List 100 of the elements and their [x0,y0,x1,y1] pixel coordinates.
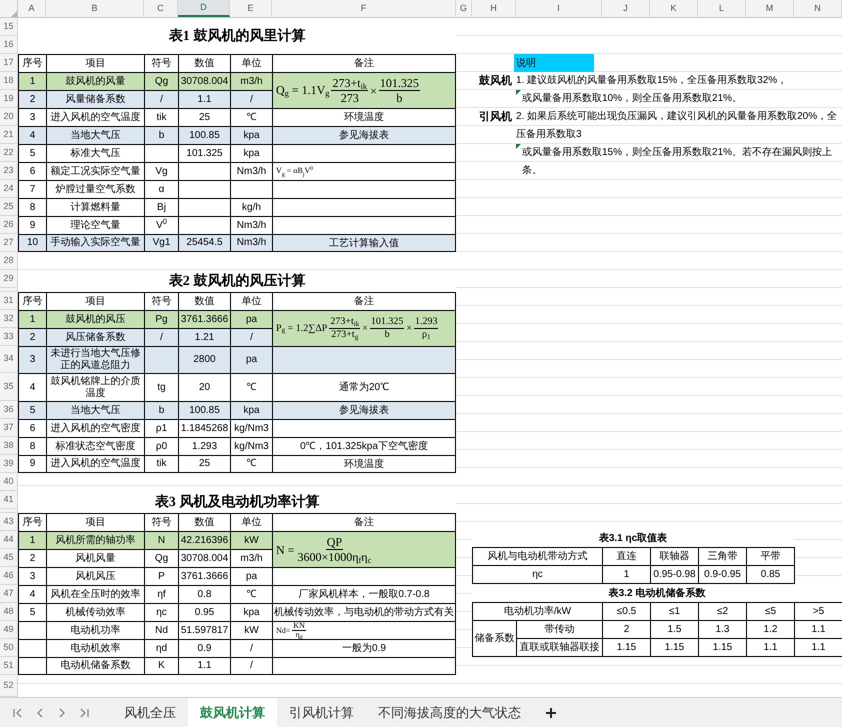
table-cell [144,346,178,373]
table-cell [144,144,178,162]
table-cell: ℃ [230,455,272,473]
column-heading: 单位 [230,292,272,310]
column-header[interactable]: M [746,0,794,17]
sheet-tab[interactable]: 引风机计算 [277,698,366,727]
table-cell: tik [144,455,178,473]
column-heading: 单位 [230,54,272,72]
row-number: 38 [3,438,14,452]
table-cell: 6 [18,162,46,180]
table-cell: 鼓风机铭牌上的介质温度 [46,373,144,401]
table-cell [230,180,272,198]
table-cell: 机械传动效率，与电动机的带动方式有关 [272,603,456,621]
row-number: 46 [3,568,14,582]
table-cell: 风压储备系数 [46,328,144,346]
column-header[interactable]: K [650,0,698,17]
table-cell: kW [230,531,272,549]
table-cell [178,180,230,198]
table-cell: 1.1 [178,657,230,675]
table-cell: Bj [144,198,178,216]
table-cell: 手动输入实际空气量 [46,234,144,252]
table-cell: 0.8 [178,585,230,603]
column-header[interactable]: F [272,0,456,17]
column-heading: 数值 [178,54,230,72]
row-number: 31 [3,294,14,307]
table-cell: 25 [178,455,230,473]
table-cell: Nm3/h [230,216,272,234]
table-cell: Nm3/h [230,234,272,252]
row-number: 21 [3,128,14,141]
column-heading: 单位 [230,513,272,531]
column-header[interactable]: E [230,0,272,17]
table-cell: 6 [18,419,46,437]
table-cell: kpa [230,126,272,144]
row-number: 35 [3,380,14,393]
first-page-icon[interactable] [12,706,24,718]
table-cell: 进入风机的空气温度 [46,455,144,473]
table-cell: N [144,531,178,549]
table-cell: 1.15 [650,638,698,656]
table-cell: 25 [178,108,230,126]
table-cell: kW [230,621,272,639]
row-number: 29 [3,272,14,285]
table-cell: 8 [18,437,46,455]
row-number: 40 [3,474,14,488]
table-cell: K [144,657,178,675]
table-cell: Pg [144,310,178,328]
column-heading: 项目 [46,54,144,72]
row-number: 44 [3,532,14,546]
column-header[interactable]: A [18,0,46,17]
table-cell: 1 [18,531,46,549]
sheet-tab[interactable]: 风机全压 [112,698,188,727]
table-cell: 3761.3666 [178,567,230,585]
table-cell: 30708.004 [178,72,230,90]
last-page-icon[interactable] [78,706,90,718]
plus-icon[interactable] [545,706,557,718]
table-cell: kg/Nm3 [230,419,272,437]
column-header[interactable]: G [456,0,472,17]
table-cell: 平带 [746,548,794,566]
table-cell: 厂家风机样本，一般取0.7-0.8 [272,585,456,603]
note-text: 1. 建议鼓风机的风量备用系数取15%，全压备用系数取32%， [516,74,788,88]
table-cell: 储备系数 [472,620,516,656]
column-header[interactable]: B [46,0,144,17]
column-header[interactable]: H [472,0,516,17]
row-number: 26 [3,218,14,231]
table-cell: 直联或联轴器联接 [516,638,602,656]
column-heading: 符号 [144,292,178,310]
notes-heading: 说明 [514,54,594,72]
table-cell: 风机风压 [46,567,144,585]
table-cell: 1 [18,72,46,90]
table-cell: 2800 [178,346,230,373]
table-cell: Vg1 [144,234,178,252]
table-cell: / [230,657,272,675]
table-cell: 4 [18,585,46,603]
table-cell: 2 [18,328,46,346]
column-header[interactable]: D [178,0,230,17]
column-header[interactable]: L [698,0,746,17]
row-number: 34 [3,352,14,366]
table-cell: 1.1 [746,638,794,656]
table-cell: 三角带 [698,548,746,566]
table-cell: / [230,328,272,346]
table-cell: 30708.004 [178,549,230,567]
formula: V$_{g}$ = αB$_{j}$V$^{0}$ [272,162,456,180]
table-cell: 2 [602,620,650,638]
column-header[interactable]: N [794,0,842,17]
column-header[interactable]: J [602,0,650,17]
table-cell: 0℃，101.325kpa下空气密度 [272,437,456,455]
table-cell: 1.2 [746,620,794,638]
table-cell: ℃ [230,373,272,401]
table-cell: 参见海拔表 [272,401,456,419]
table-cell: 炉膛过量空气系数 [46,180,144,198]
column-header[interactable]: I [516,0,602,17]
table-cell: 1.5 [650,620,698,638]
sheet-tab[interactable]: 鼓风机计算 [188,698,277,727]
table-cell: 101.325 [178,144,230,162]
row-number: 19 [3,92,14,105]
table-cell: ηf [144,585,178,603]
table-cell: 电动机储备系数 [46,657,144,675]
table-cell: 电动机效率 [46,639,144,657]
table-cell: 标准状态空气密度 [46,437,144,455]
sheet-tab[interactable]: 不同海拔高度的大气状态 [366,698,533,727]
table-cell: α [144,180,178,198]
